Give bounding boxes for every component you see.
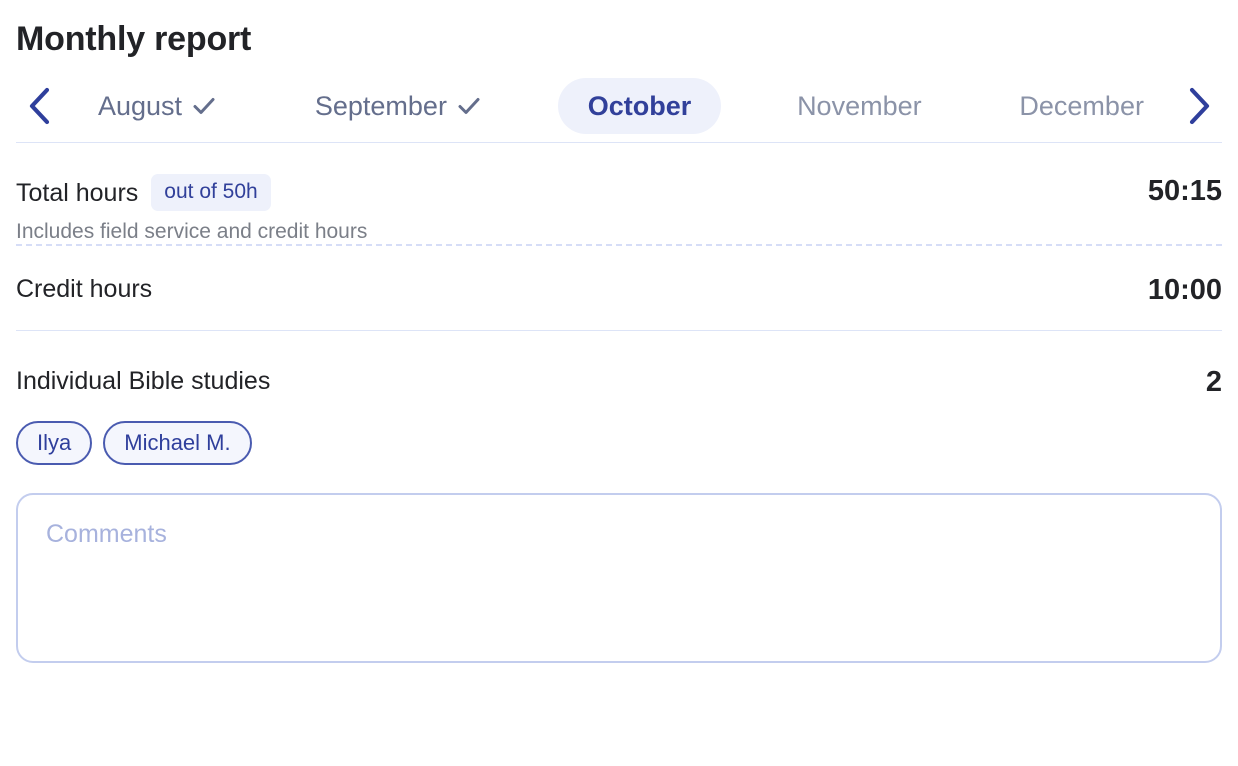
- bible-studies-row: Individual Bible studies 2: [16, 365, 1222, 399]
- page-title: Monthly report: [16, 20, 252, 58]
- month-item-november[interactable]: November: [775, 78, 944, 134]
- check-icon: [458, 98, 480, 114]
- total-hours-label-line: Total hours out of 50h: [16, 174, 1148, 211]
- credit-hours-row: Credit hours 10:00: [16, 246, 1222, 330]
- chevron-left-icon[interactable]: [16, 83, 62, 129]
- bible-studies-label: Individual Bible studies: [16, 367, 271, 395]
- total-hours-row: Total hours out of 50h Includes field se…: [16, 143, 1222, 244]
- month-label: September: [314, 91, 447, 121]
- month-navigation: August September October November Decemb…: [16, 70, 1222, 142]
- month-label: November: [797, 91, 922, 121]
- bible-studies-value: 2: [1205, 366, 1222, 398]
- bible-studies-section: Individual Bible studies 2 Ilya Michael …: [16, 331, 1222, 465]
- total-hours-label: Total hours: [16, 178, 139, 207]
- chevron-right-icon[interactable]: [1176, 83, 1222, 129]
- comments-input[interactable]: [16, 493, 1222, 663]
- total-hours-goal-badge: out of 50h: [151, 174, 271, 211]
- month-label: October: [587, 91, 692, 121]
- total-hours-value: 50:15: [1147, 175, 1222, 207]
- bible-studies-student-list: Ilya Michael M.: [16, 421, 1222, 465]
- check-icon: [193, 98, 215, 114]
- month-label: December: [1019, 91, 1144, 121]
- month-label: August: [98, 91, 183, 121]
- student-chip[interactable]: Michael M.: [103, 421, 252, 465]
- month-list: August September October November Decemb…: [62, 78, 1176, 134]
- total-hours-main: Total hours out of 50h Includes field se…: [16, 174, 1148, 246]
- month-item-october[interactable]: October: [557, 78, 722, 134]
- month-item-december[interactable]: December: [997, 78, 1166, 134]
- month-item-august[interactable]: August: [76, 78, 239, 134]
- monthly-report-page: Monthly report August September October …: [0, 0, 1238, 766]
- month-item-september[interactable]: September: [293, 78, 504, 134]
- credit-hours-value: 10:00: [1147, 274, 1222, 306]
- total-hours-subtitle: Includes field service and credit hours: [16, 220, 368, 243]
- credit-hours-label: Credit hours: [16, 275, 153, 303]
- bible-studies-main: Individual Bible studies: [16, 365, 1206, 397]
- student-chip[interactable]: Ilya: [16, 421, 93, 465]
- credit-hours-main: Credit hours: [16, 273, 1148, 305]
